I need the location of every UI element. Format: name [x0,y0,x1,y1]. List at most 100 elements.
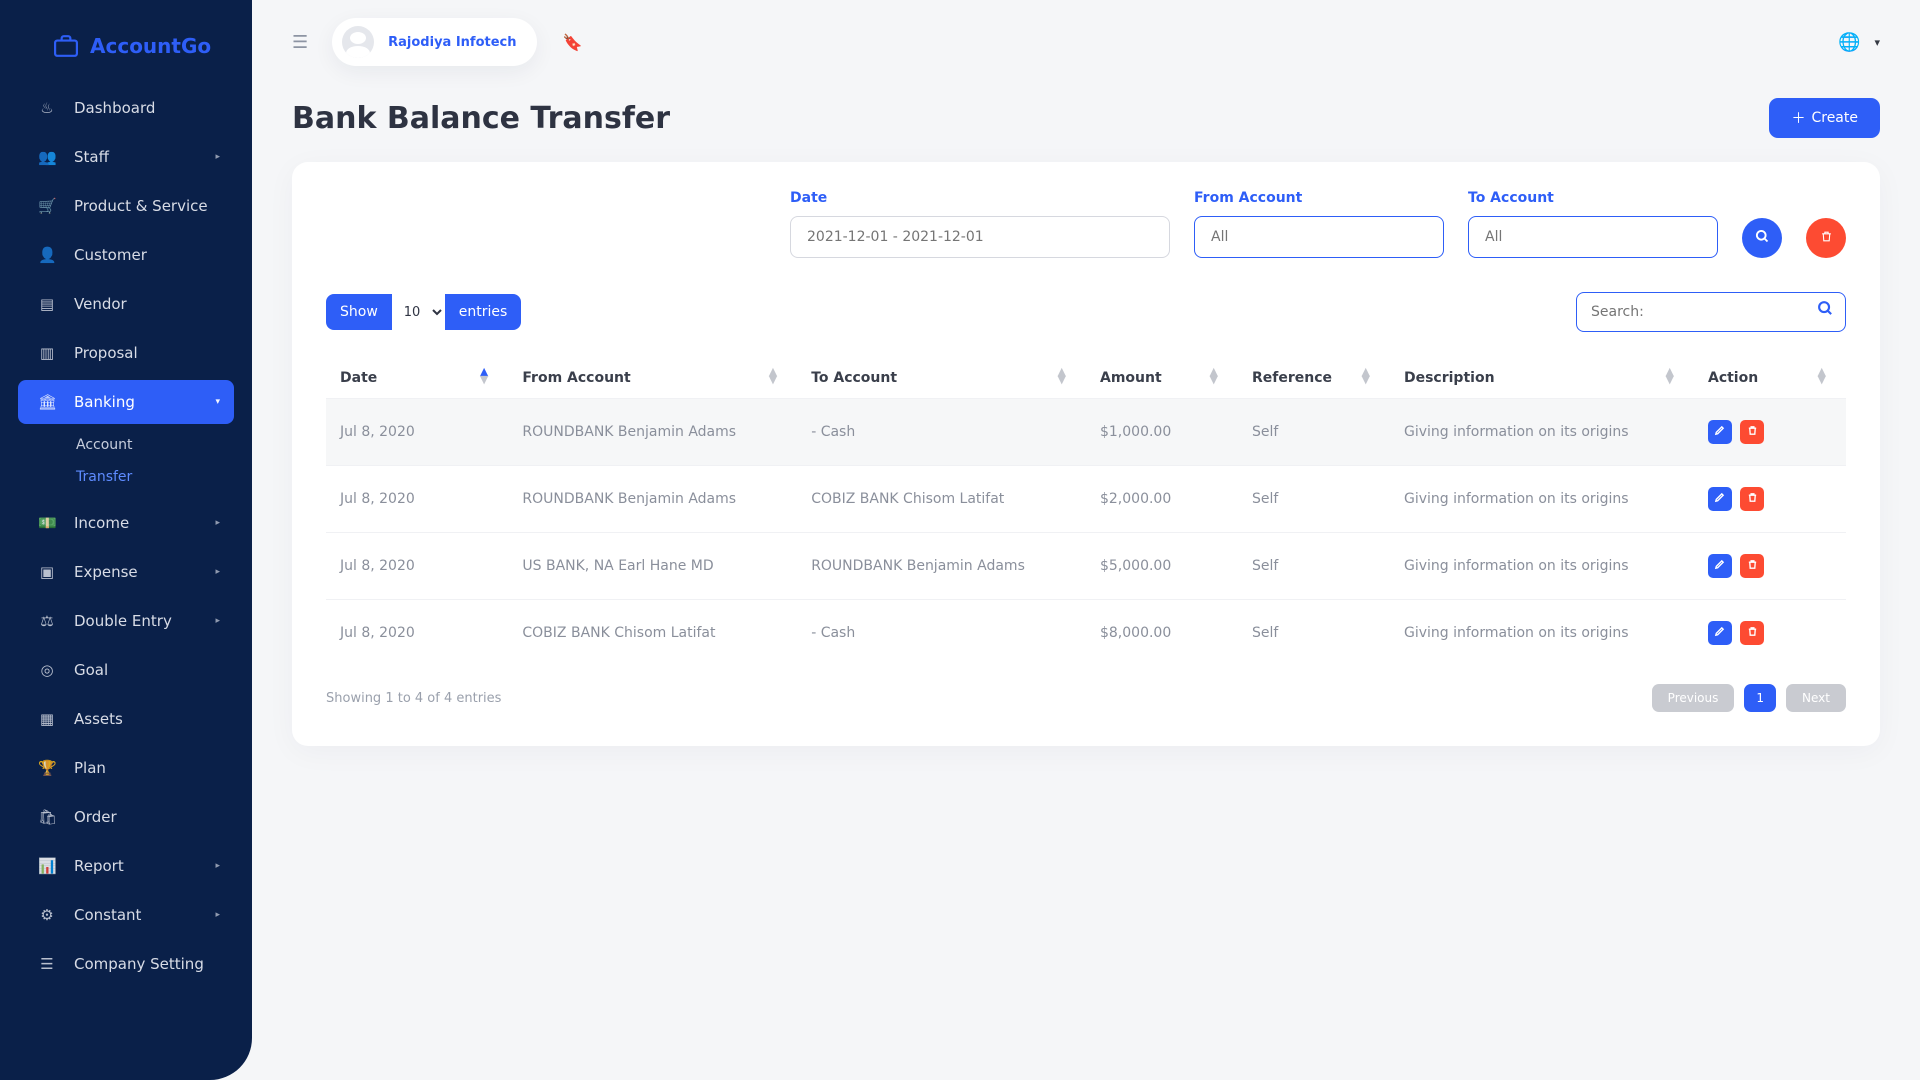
sidebar-item-vendor[interactable]: ▤Vendor [18,282,234,326]
edit-button[interactable] [1708,621,1732,645]
sidebar-item-plan[interactable]: 🏆Plan [18,746,234,790]
user-menu[interactable]: Rajodiya Infotech [332,18,536,66]
apply-filter-button[interactable] [1742,218,1782,258]
page-title: Bank Balance Transfer [292,101,670,136]
sidebar-nav: ♨Dashboard 👥Staff▸ 🛒Product & Service 👤C… [0,86,252,986]
cell-description: Giving information on its origins [1390,399,1694,466]
menu-toggle-icon[interactable]: ☰ [292,32,308,53]
sidebar-item-assets[interactable]: ▦Assets [18,697,234,741]
sidebar-item-dashboard[interactable]: ♨Dashboard [18,86,234,130]
cell-amount: $8,000.00 [1086,600,1238,667]
chevron-right-icon: ▸ [215,567,220,577]
sidebar-item-proposal[interactable]: ▥Proposal [18,331,234,375]
edit-button[interactable] [1708,420,1732,444]
subnav-transfer[interactable]: Transfer [66,461,234,493]
next-button[interactable]: Next [1786,684,1846,712]
trash-icon [1747,425,1758,439]
transfer-table: Date▲▼ From Account▲▼ To Account▲▼ Amoun… [326,358,1846,666]
chevron-right-icon: ▸ [215,152,220,162]
search-input[interactable] [1576,292,1846,332]
cart-icon: 🛒 [38,197,56,215]
chart-icon: 📊 [38,857,56,875]
cell-to: ROUNDBANK Benjamin Adams [797,533,1086,600]
list-icon: ☰ [38,955,56,973]
order-icon: 🛍 [38,808,56,826]
cell-amount: $5,000.00 [1086,533,1238,600]
sidebar-item-product[interactable]: 🛒Product & Service [18,184,234,228]
briefcase-icon [52,34,80,58]
from-account-select[interactable] [1194,216,1444,258]
table-search [1576,292,1846,332]
sidebar-item-banking[interactable]: 🏛Banking▾ [18,380,234,424]
to-account-select[interactable] [1468,216,1718,258]
chevron-down-icon[interactable]: ▾ [1874,36,1880,49]
calculator-icon: ▦ [38,710,56,728]
cell-date: Jul 8, 2020 [326,466,508,533]
brand-name: AccountGo [90,34,211,58]
cell-action [1694,533,1846,600]
cell-reference: Self [1238,600,1390,667]
trash-icon [1747,492,1758,506]
date-filter-label: Date [790,190,1170,206]
sidebar-item-report[interactable]: 📊Report▸ [18,844,234,888]
sidebar-item-goal[interactable]: ◎Goal [18,648,234,692]
globe-icon[interactable]: 🌐 [1838,32,1860,53]
sidebar-item-constant[interactable]: ⚙Constant▸ [18,893,234,937]
delete-button[interactable] [1740,621,1764,645]
col-date[interactable]: Date▲▼ [326,358,508,399]
previous-button[interactable]: Previous [1652,684,1735,712]
create-button[interactable]: ＋ Create [1769,98,1880,138]
gear-icon: ⚙ [38,906,56,924]
page-size-select[interactable]: 10 [392,294,445,330]
sidebar-item-income[interactable]: 💵Income▸ [18,501,234,545]
sidebar-item-company-setting[interactable]: ☰Company Setting [18,942,234,986]
content-card: Date From Account To Account [292,162,1880,746]
topbar: ☰ Rajodiya Infotech 🔖 🌐 ▾ [292,0,1880,62]
trash-icon [1747,559,1758,573]
search-icon [1817,300,1834,322]
date-range-input[interactable] [790,216,1170,258]
col-description[interactable]: Description▲▼ [1390,358,1694,399]
file-icon: ▥ [38,344,56,362]
page-1-button[interactable]: 1 [1744,684,1776,712]
sidebar-item-staff[interactable]: 👥Staff▸ [18,135,234,179]
edit-button[interactable] [1708,554,1732,578]
pencil-icon [1714,492,1725,506]
table-row: Jul 8, 2020 COBIZ BANK Chisom Latifat - … [326,600,1846,667]
col-from-account[interactable]: From Account▲▼ [508,358,797,399]
col-reference[interactable]: Reference▲▼ [1238,358,1390,399]
bookmark-icon[interactable]: 🔖 [563,33,583,52]
trash-icon [1747,626,1758,640]
subnav-account[interactable]: Account [66,429,234,461]
target-icon: ◎ [38,661,56,679]
cell-description: Giving information on its origins [1390,466,1694,533]
col-amount[interactable]: Amount▲▼ [1086,358,1238,399]
cell-date: Jul 8, 2020 [326,600,508,667]
sidebar-item-order[interactable]: 🛍Order [18,795,234,839]
pager: Previous 1 Next [1652,684,1846,712]
brand-logo[interactable]: AccountGo [0,20,252,86]
sidebar-item-double-entry[interactable]: ⚖Double Entry▸ [18,599,234,643]
delete-button[interactable] [1740,420,1764,444]
sidebar-item-expense[interactable]: ▣Expense▸ [18,550,234,594]
delete-button[interactable] [1740,554,1764,578]
main: ☰ Rajodiya Infotech 🔖 🌐 ▾ Bank Balance T… [252,0,1920,1080]
reset-filter-button[interactable] [1806,218,1846,258]
banking-subnav: Account Transfer [18,429,234,501]
user-name: Rajodiya Infotech [388,35,516,50]
to-account-label: To Account [1468,190,1718,206]
chevron-right-icon: ▸ [215,518,220,528]
sidebar-item-customer[interactable]: 👤Customer [18,233,234,277]
sticky-note-icon: ▤ [38,295,56,313]
chevron-down-icon: ▾ [215,397,220,407]
col-to-account[interactable]: To Account▲▼ [797,358,1086,399]
cell-action [1694,399,1846,466]
cell-date: Jul 8, 2020 [326,399,508,466]
table-foot: Showing 1 to 4 of 4 entries Previous 1 N… [326,684,1846,712]
pencil-icon [1714,626,1725,640]
edit-button[interactable] [1708,487,1732,511]
cell-reference: Self [1238,533,1390,600]
cell-action [1694,466,1846,533]
sidebar: AccountGo ♨Dashboard 👥Staff▸ 🛒Product & … [0,0,252,1080]
delete-button[interactable] [1740,487,1764,511]
